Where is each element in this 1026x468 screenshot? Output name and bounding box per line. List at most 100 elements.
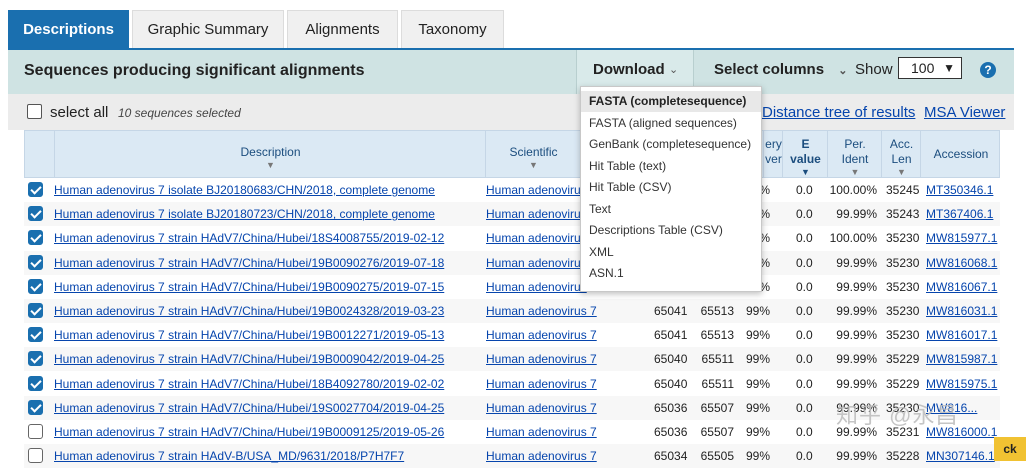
description-link[interactable]: Human adenovirus 7 strain HAdV-B/USA_MD/… [54,449,404,463]
description-link[interactable]: Human adenovirus 7 strain HAdV7/China/Hu… [54,328,444,342]
e-value: 0.0 [796,255,813,270]
table-row: Human adenovirus 7 isolate BJ20180723/CH… [24,202,1000,227]
accession-link[interactable]: MW816031.1 [926,304,997,318]
e-value: 0.0 [796,376,813,391]
description-link[interactable]: Human adenovirus 7 isolate BJ20180723/CH… [54,207,435,221]
row-checkbox[interactable] [28,182,43,197]
scientific-name-link[interactable]: Human adenovirus 7 [486,377,597,391]
tab-descriptions[interactable]: Descriptions [8,10,129,48]
query-cover: 99% [745,328,770,343]
download-menu-item[interactable]: FASTA (completesequence) [581,91,761,112]
tab-graphic-summary[interactable]: Graphic Summary [132,10,284,48]
download-label: Download [593,61,665,78]
query-cover: 99% [745,400,770,415]
scientific-name-link[interactable]: Human adenovirus [486,183,587,197]
msa-viewer-link[interactable]: MSA Viewer [924,104,1005,121]
accession-link[interactable]: MT350346.1 [926,183,993,197]
distance-tree-link[interactable]: Distance tree of results [762,104,915,121]
e-value: 0.0 [796,183,813,197]
tab-taxonomy[interactable]: Taxonomy [401,10,504,48]
download-menu-item[interactable]: Hit Table (text) [581,156,761,177]
selection-bar: select all 10 sequences selected Distanc… [8,94,1014,130]
acc-len: 35230 [886,279,920,294]
accession-link[interactable]: MN307146.1 [926,449,995,463]
download-menu-item[interactable]: Text [581,199,761,220]
row-checkbox[interactable] [28,303,43,318]
acc-len: 35243 [886,207,920,222]
description-link[interactable]: Human adenovirus 7 strain HAdV7/China/Hu… [54,231,444,245]
total-score: 65505 [700,449,734,464]
scientific-name-link[interactable]: Human adenovirus 7 [486,449,597,463]
row-checkbox[interactable] [28,399,43,415]
table-row: Human adenovirus 7 strain HAdV7/China/Hu… [24,250,1000,275]
accession-link[interactable]: MW815977.1 [926,231,997,245]
row-checkbox[interactable] [28,206,43,222]
scientific-name-link[interactable]: Human adenovirus [486,231,587,245]
acc-len: 35230 [886,304,920,318]
header-description[interactable]: Description ▼ [54,131,486,177]
sort-icon: ▼ [850,167,860,177]
description-link[interactable]: Human adenovirus 7 isolate BJ20180683/CH… [54,183,435,197]
download-menu-item[interactable]: XML [581,242,761,263]
max-score: 65041 [654,328,688,343]
acc-len: 35230 [886,231,920,246]
row-checkbox[interactable] [28,375,43,391]
max-score: 65036 [654,400,688,415]
accession-link[interactable]: MW816067.1 [926,280,997,294]
select-all-label[interactable]: select all [50,104,108,121]
description-link[interactable]: Human adenovirus 7 strain HAdV7/China/Hu… [54,425,444,439]
select-columns-button[interactable]: Select columns ⌄ [714,61,847,78]
description-link[interactable]: Human adenovirus 7 strain HAdV7/China/Hu… [54,352,444,366]
download-menu-item[interactable]: ASN.1 [581,263,761,284]
scientific-name-link[interactable]: Human adenovirus [486,256,587,270]
acc-len: 35229 [886,352,920,367]
table-row: Human adenovirus 7 strain HAdV7/China/Hu… [24,275,1000,299]
header-evalue[interactable]: Evalue ▼ [782,131,828,177]
selected-count: 10 sequences selected [118,106,241,120]
select-all-checkbox[interactable] [27,104,42,119]
accession-link[interactable]: MT367406.1 [926,207,993,221]
show-count-select[interactable]: 100 ▼ [898,57,962,79]
scientific-name-link[interactable]: Human adenovirus [486,207,587,221]
row-checkbox[interactable] [28,424,43,439]
scientific-name-link[interactable]: Human adenovirus 7 [486,401,597,415]
acc-len: 35228 [886,449,920,464]
description-link[interactable]: Human adenovirus 7 strain HAdV7/China/Hu… [54,401,444,415]
download-menu-item[interactable]: FASTA (aligned sequences) [581,113,761,134]
header-acc-len[interactable]: Acc. Len ▼ [881,131,921,177]
accession-link[interactable]: MW815975.1 [926,377,997,391]
scientific-name-link[interactable]: Human adenovirus [486,280,587,294]
table-row: Human adenovirus 7 strain HAdV7/China/Hu… [24,323,1000,347]
description-link[interactable]: Human adenovirus 7 strain HAdV7/China/Hu… [54,304,444,318]
header-scientific[interactable]: Scientific ▼ [485,131,581,177]
e-value: 0.0 [796,400,813,415]
total-score: 65507 [700,425,734,439]
row-checkbox[interactable] [28,254,43,270]
scientific-name-link[interactable]: Human adenovirus 7 [486,304,597,318]
header-per-ident[interactable]: Per. Ident ▼ [827,131,882,177]
row-checkbox[interactable] [28,327,43,343]
scientific-name-link[interactable]: Human adenovirus 7 [486,425,597,439]
description-link[interactable]: Human adenovirus 7 strain HAdV7/China/Hu… [54,377,444,391]
accession-link[interactable]: MW816017.1 [926,328,997,342]
scientific-name-link[interactable]: Human adenovirus 7 [486,352,597,366]
download-menu-item[interactable]: Descriptions Table (CSV) [581,220,761,241]
description-link[interactable]: Human adenovirus 7 strain HAdV7/China/Hu… [54,256,444,270]
description-link[interactable]: Human adenovirus 7 strain HAdV7/China/Hu… [54,280,444,294]
descriptions-table: Description ▼ Scientific ▼ ery ver Evalue… [24,130,1001,468]
row-checkbox[interactable] [28,351,43,367]
row-checkbox[interactable] [28,278,43,294]
feedback-button[interactable]: ck [994,437,1026,461]
download-menu-item[interactable]: GenBank (completesequence) [581,134,761,155]
accession-link[interactable]: MW815987.1 [926,352,997,366]
header-accession[interactable]: Accession [920,131,1001,177]
scientific-name-link[interactable]: Human adenovirus 7 [486,328,597,342]
chevron-down-icon: ⌄ [669,64,679,76]
tab-alignments[interactable]: Alignments [287,10,398,48]
download-menu-item[interactable]: Hit Table (CSV) [581,177,761,198]
help-icon[interactable]: ? [980,62,996,78]
header-query-cover[interactable]: ery ver [763,131,783,177]
per-ident: 99.99% [836,352,877,367]
row-checkbox[interactable] [28,230,43,246]
accession-link[interactable]: MW816068.1 [926,256,997,270]
